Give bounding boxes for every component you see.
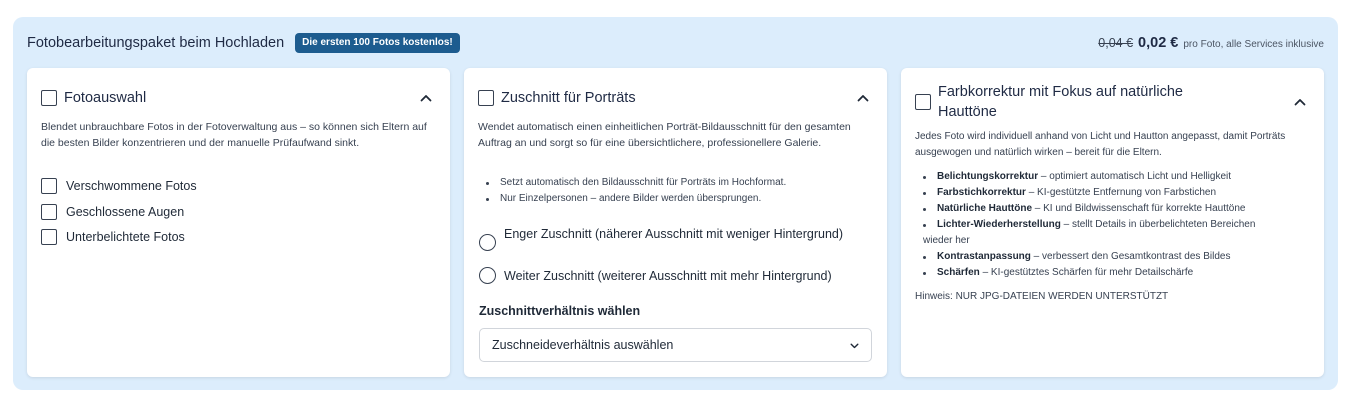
card-header[interactable]: Fotoauswahl [41,88,436,108]
card-description: Jedes Foto wird individuell anhand von L… [915,131,1286,158]
wide-crop-radio[interactable] [479,267,496,284]
card-title: Zuschnitt für Porträts [501,90,636,106]
select-value: Zuschneideverhältnis auswählen [492,338,674,352]
card-portrait-crop: Zuschnitt für Porträts Wendet automatisc… [464,68,887,377]
portrait-crop-checkbox[interactable] [478,90,494,106]
card-header[interactable]: Farbkorrektur mit Fokus auf natürliche H… [915,82,1310,122]
option-label: Verschwommene Fotos [66,179,197,193]
radio-tight-crop[interactable]: Enger Zuschnitt (näherer Ausschnitt mit … [479,225,873,251]
ratio-label: Zuschnittverhältnis wählen [479,304,641,318]
card-header[interactable]: Zuschnitt für Porträts [478,88,873,108]
chevron-up-icon[interactable] [416,88,436,108]
current-price: 0,02 € [1138,35,1179,51]
tight-crop-radio[interactable] [479,234,496,251]
option-label: Unterbelichtete Fotos [66,230,185,244]
card-description: Wendet automatisch einen einheitlichen P… [478,121,851,149]
underexposed-checkbox[interactable] [41,229,57,245]
color-correction-checkbox[interactable] [915,94,931,110]
blurry-checkbox[interactable] [41,178,57,194]
photo-editing-package-panel: Fotobearbeitungspaket beim Hochladen Die… [13,17,1338,390]
price-info: 0,04 € 0,02 € pro Foto, alle Services in… [1098,35,1324,51]
panel-header: Fotobearbeitungspaket beim Hochladen Die… [27,31,1324,55]
list-item: Belichtungskorrektur – optimiert automat… [915,169,1310,185]
list-item: Setzt automatisch den Bildausschnitt für… [478,175,873,191]
radio-label: Weiter Zuschnitt (weiterer Ausschnitt mi… [504,269,832,283]
old-price: 0,04 € [1098,36,1134,50]
jpg-note: Hinweis: NUR JPG-DATEIEN WERDEN UNTERSTÜ… [915,291,1169,302]
card-photo-selection: Fotoauswahl Blendet unbrauchbare Fotos i… [27,68,450,377]
list-item: Lichter-Wiederherstellung – stellt Detai… [915,217,1310,233]
option-label: Geschlossene Augen [66,205,185,219]
radio-wide-crop[interactable]: Weiter Zuschnitt (weiterer Ausschnitt mi… [479,267,873,285]
list-item: Natürliche Hauttöne – KI und Bildwissens… [915,201,1310,217]
list-item: Nur Einzelpersonen – andere Bilder werde… [478,191,873,207]
chevron-up-icon[interactable] [1290,92,1310,112]
radio-label: Enger Zuschnitt (näherer Ausschnitt mit … [504,227,844,241]
card-title: Farbkorrektur mit Fokus auf natürliche H… [938,84,1183,120]
price-note: pro Foto, alle Services inklusive [1183,39,1324,50]
chevron-down-icon [850,336,859,354]
feature-list: Belichtungskorrektur – optimiert automat… [915,169,1310,281]
option-underexposed[interactable]: Unterbelichtete Fotos [41,229,185,245]
list-item-continuation: wieder her [923,235,970,246]
option-blurry[interactable]: Verschwommene Fotos [41,178,197,194]
chevron-up-icon[interactable] [853,88,873,108]
card-title: Fotoauswahl [64,90,147,106]
card-description: Blendet unbrauchbare Fotos in der Fotove… [41,121,427,149]
card-color-correction: Farbkorrektur mit Fokus auf natürliche H… [901,68,1324,377]
closed-eyes-checkbox[interactable] [41,204,57,220]
option-closed-eyes[interactable]: Geschlossene Augen [41,204,184,220]
free-photos-badge: Die ersten 100 Fotos kostenlos! [295,33,460,53]
feature-list: Setzt automatisch den Bildausschnitt für… [478,175,873,207]
list-item: Farbstichkorrektur – KI-gestützte Entfer… [915,185,1310,201]
list-item: Kontrastanpassung – verbessert den Gesam… [915,249,1310,265]
package-title: Fotobearbeitungspaket beim Hochladen [27,35,285,51]
crop-ratio-select[interactable]: Zuschneideverhältnis auswählen [479,328,872,362]
list-item: Schärfen – KI-gestütztes Schärfen für me… [915,265,1310,281]
photo-selection-checkbox[interactable] [41,90,57,106]
